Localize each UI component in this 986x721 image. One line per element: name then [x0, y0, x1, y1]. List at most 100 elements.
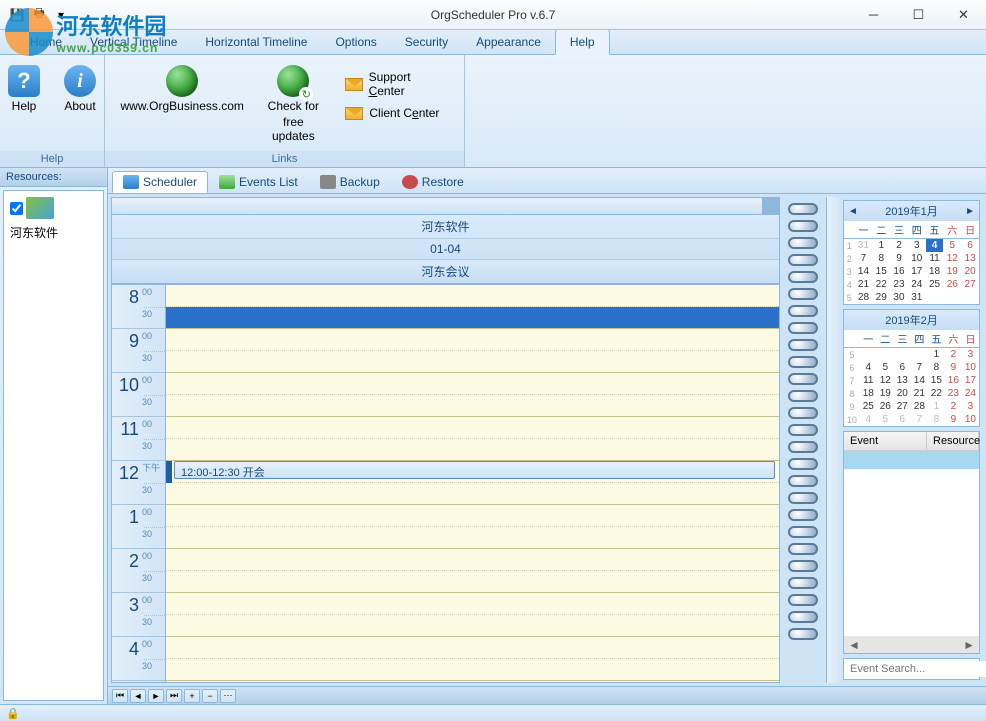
cal-day[interactable]: 31: [908, 291, 926, 304]
nav-last-icon[interactable]: ⏭: [166, 689, 182, 703]
cal-day[interactable]: 7: [911, 361, 928, 374]
cal-day[interactable]: 23: [890, 278, 908, 291]
cal-day[interactable]: [961, 291, 979, 304]
cal-day[interactable]: 20: [894, 387, 911, 400]
cal-day[interactable]: 11: [860, 374, 877, 387]
cal-day[interactable]: 30: [890, 291, 908, 304]
cal-day[interactable]: 17: [908, 265, 926, 278]
cal-day[interactable]: 22: [872, 278, 890, 291]
nav-more-icon[interactable]: ⋯: [220, 689, 236, 703]
cal-day[interactable]: 3: [962, 400, 979, 413]
cal-day[interactable]: 6: [894, 413, 911, 426]
qat-dropdown-icon[interactable]: ▾: [52, 6, 70, 24]
qat-save-icon[interactable]: 💾: [8, 6, 26, 24]
cal-day[interactable]: 21: [911, 387, 928, 400]
cal-day[interactable]: 26: [877, 400, 894, 413]
tab-appearance[interactable]: Appearance: [462, 30, 555, 54]
cal-prev-icon[interactable]: ◄: [848, 206, 858, 217]
cal-day[interactable]: 24: [962, 387, 979, 400]
tab-help[interactable]: Help: [555, 29, 610, 55]
cal-day[interactable]: 28: [855, 291, 873, 304]
resource-item[interactable]: [8, 195, 99, 221]
cal-day[interactable]: 3: [962, 348, 979, 362]
cal-day[interactable]: [894, 348, 911, 362]
scheduler-grid[interactable]: 12:00-12:30 开会: [166, 285, 779, 682]
cal-day[interactable]: 13: [894, 374, 911, 387]
cal-day[interactable]: [877, 348, 894, 362]
cal-day[interactable]: 2: [945, 348, 962, 362]
cal-day[interactable]: 12: [877, 374, 894, 387]
cal-day[interactable]: [860, 348, 877, 362]
cal-day[interactable]: 23: [945, 387, 962, 400]
cal-day[interactable]: 26: [943, 278, 961, 291]
cal-day[interactable]: [943, 291, 961, 304]
about-button[interactable]: i About: [56, 61, 104, 117]
cal-day[interactable]: 17: [962, 374, 979, 387]
cal-day[interactable]: 16: [945, 374, 962, 387]
cal-day[interactable]: 25: [860, 400, 877, 413]
cal-day[interactable]: 8: [928, 361, 945, 374]
client-center-button[interactable]: Client Center: [339, 103, 452, 123]
tab-security[interactable]: Security: [391, 30, 462, 54]
cal-day[interactable]: 15: [872, 265, 890, 278]
cal-day[interactable]: 1: [872, 239, 890, 253]
maximize-button[interactable]: ☐: [896, 0, 941, 29]
cal-day[interactable]: 6: [961, 239, 979, 253]
cal-day[interactable]: 14: [911, 374, 928, 387]
tab-home[interactable]: Home: [16, 30, 76, 54]
cal-day[interactable]: 19: [877, 387, 894, 400]
cal-day[interactable]: 10: [962, 413, 979, 426]
cal-day[interactable]: 10: [908, 252, 926, 265]
event-list-hscroll[interactable]: ◄ ►: [844, 636, 979, 653]
tab-scheduler[interactable]: Scheduler: [112, 171, 208, 193]
cal-day[interactable]: 19: [943, 265, 961, 278]
tab-horizontal-timeline[interactable]: Horizontal Timeline: [191, 30, 321, 54]
scheduler-vscroll[interactable]: [826, 197, 843, 683]
cal-day[interactable]: 5: [877, 361, 894, 374]
cal-day[interactable]: 18: [926, 265, 944, 278]
support-center-button[interactable]: Support Center: [339, 67, 452, 101]
tab-restore[interactable]: Restore: [391, 171, 475, 193]
tab-backup[interactable]: Backup: [309, 171, 391, 193]
cal-day[interactable]: 20: [961, 265, 979, 278]
nav-next-icon[interactable]: ►: [148, 689, 164, 703]
cal-day[interactable]: 21: [855, 278, 873, 291]
event-list-row[interactable]: [844, 451, 979, 469]
cal-day[interactable]: 25: [926, 278, 944, 291]
cal-day[interactable]: 10: [962, 361, 979, 374]
nav-prev-icon[interactable]: ◄: [130, 689, 146, 703]
cal-day[interactable]: 5: [877, 413, 894, 426]
cal-day[interactable]: 9: [945, 413, 962, 426]
tab-options[interactable]: Options: [321, 30, 390, 54]
qat-print-icon[interactable]: 🖶: [30, 6, 48, 24]
cal-day[interactable]: 16: [890, 265, 908, 278]
nav-remove-icon[interactable]: −: [202, 689, 218, 703]
event-col-header[interactable]: Event: [844, 432, 927, 450]
event-list-body[interactable]: [844, 451, 979, 636]
tab-vertical-timeline[interactable]: Vertical Timeline: [76, 30, 191, 54]
help-button[interactable]: ? Help: [0, 61, 48, 117]
cal-day[interactable]: 6: [894, 361, 911, 374]
cal-day[interactable]: 8: [928, 413, 945, 426]
nav-first-icon[interactable]: ⏮: [112, 689, 128, 703]
resource-name[interactable]: 河东软件: [8, 221, 99, 244]
cal-day[interactable]: 24: [908, 278, 926, 291]
cal-day[interactable]: 1: [928, 348, 945, 362]
cal-day[interactable]: 11: [926, 252, 944, 265]
cal-day[interactable]: 15: [928, 374, 945, 387]
cal-day[interactable]: 4: [860, 361, 877, 374]
cal-day[interactable]: 12: [943, 252, 961, 265]
cal-day[interactable]: 13: [961, 252, 979, 265]
cal-day[interactable]: 27: [961, 278, 979, 291]
cal-next-icon[interactable]: ►: [965, 206, 975, 217]
event-search-input[interactable]: [846, 661, 986, 677]
cal-day[interactable]: 1: [928, 400, 945, 413]
cal-day[interactable]: 4: [926, 239, 944, 253]
resource-checkbox[interactable]: [10, 202, 23, 215]
cal-day[interactable]: 2: [890, 239, 908, 253]
close-button[interactable]: ✕: [941, 0, 986, 29]
cal-day[interactable]: 9: [945, 361, 962, 374]
cal-day[interactable]: 8: [872, 252, 890, 265]
website-button[interactable]: www.OrgBusiness.com: [117, 61, 247, 117]
scheduler-hscroll-top[interactable]: [112, 198, 779, 215]
